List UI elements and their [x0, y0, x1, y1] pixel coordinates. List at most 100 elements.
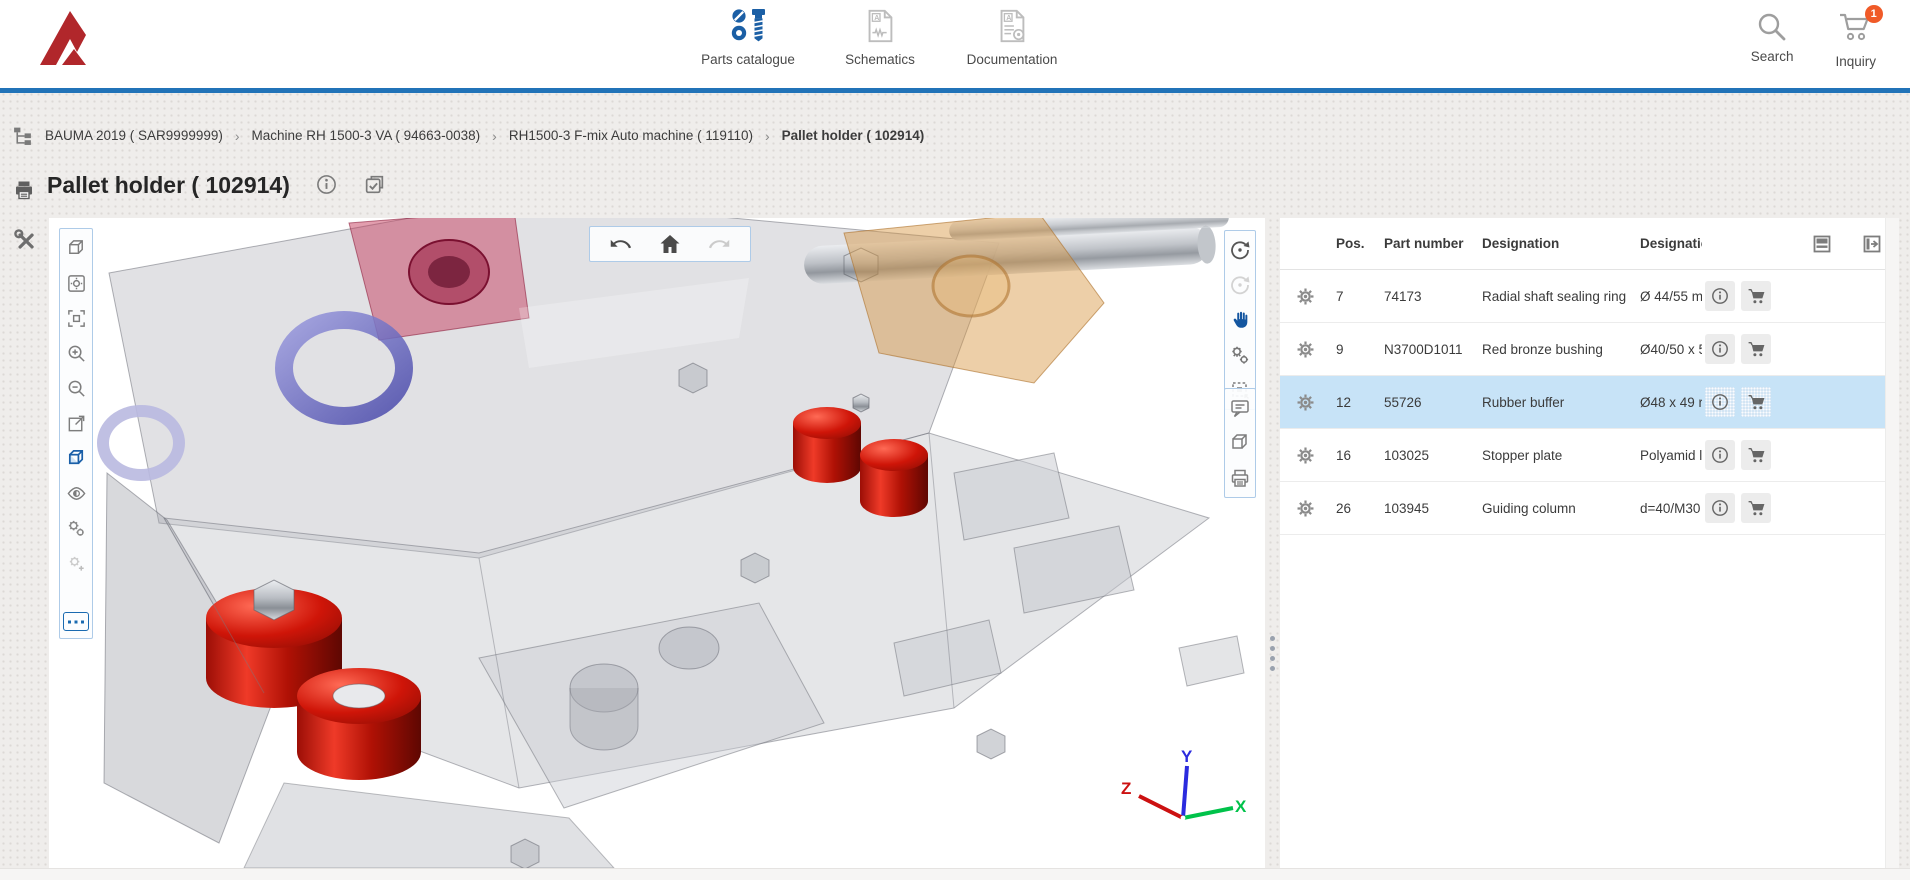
fullscreen-icon[interactable] [64, 411, 88, 435]
row-settings-gear-icon[interactable] [1292, 442, 1318, 468]
column-pos: Pos. [1336, 236, 1384, 251]
pan-hand-icon[interactable] [1228, 308, 1252, 332]
svg-text:A: A [874, 14, 879, 22]
axis-triad: Y Z X [1121, 750, 1247, 842]
page-horizontal-scrollbar[interactable] [0, 868, 1910, 880]
breadcrumb-separator: › [492, 128, 497, 144]
nav-parts-catalogue[interactable]: Parts catalogue [700, 6, 796, 67]
schematics-icon: A [861, 6, 899, 46]
parts-table-body: 7 74173 Radial shaft sealing ring Ø 44/5… [1280, 270, 1899, 535]
main-navigation: Parts catalogue A Schematics [700, 6, 1060, 67]
table-row[interactable]: 9 N3700D1011 Red bronze bushing Ø40/50 x… [1280, 323, 1899, 376]
row-info-button[interactable] [1705, 334, 1735, 364]
add-gear-icon[interactable] [64, 551, 88, 575]
row-settings-gear-icon[interactable] [1292, 495, 1318, 521]
breadcrumb-item-current[interactable]: Pallet holder ( 102914) [782, 128, 925, 143]
transparency-cube-icon[interactable] [64, 446, 88, 470]
cell-designation: Stopper plate [1482, 448, 1640, 463]
row-add-to-cart-button[interactable] [1741, 281, 1771, 311]
inquiry-button[interactable]: 1 Inquiry [1835, 10, 1876, 69]
nav-label: Parts catalogue [701, 52, 795, 67]
table-view-icon[interactable] [1811, 233, 1833, 255]
print-page-icon[interactable] [13, 179, 35, 204]
viewer-mode-toolbar [1224, 230, 1256, 410]
visibility-eye-icon[interactable] [64, 481, 88, 505]
render-settings-icon[interactable] [64, 271, 88, 295]
cell-part-number: 55726 [1384, 395, 1482, 410]
breadcrumb-item[interactable]: RH1500-3 F-mix Auto machine ( 119110) [509, 128, 753, 143]
table-row[interactable]: 16 103025 Stopper plate Polyamid l [1280, 429, 1899, 482]
breadcrumb-item[interactable]: Machine RH 1500-3 VA ( 94663-0038) [252, 128, 481, 143]
cell-designation2: d=40/M30 [1640, 501, 1702, 516]
search-icon [1755, 10, 1789, 44]
tools-icon[interactable] [13, 228, 39, 257]
breadcrumb: BAUMA 2019 ( SAR9999999) › Machine RH 15… [12, 125, 924, 146]
cell-designation: Red bronze bushing [1482, 342, 1640, 357]
inquiry-badge: 1 [1865, 5, 1883, 23]
cell-designation2: Ø 44/55 m [1640, 289, 1702, 304]
cell-part-number: 103945 [1384, 501, 1482, 516]
more-tools-icon[interactable] [63, 612, 89, 631]
structure-tree-icon[interactable] [12, 125, 33, 146]
inquiry-label: Inquiry [1835, 54, 1876, 69]
undo-icon[interactable] [608, 232, 632, 256]
row-settings-gear-icon[interactable] [1292, 336, 1318, 362]
row-add-to-cart-button[interactable] [1741, 440, 1771, 470]
row-info-button[interactable] [1705, 281, 1735, 311]
row-add-to-cart-button[interactable] [1741, 493, 1771, 523]
select-copy-icon[interactable] [363, 173, 386, 199]
row-settings-gear-icon[interactable] [1292, 283, 1318, 309]
company-logo[interactable] [36, 8, 100, 68]
cell-designation: Radial shaft sealing ring [1482, 289, 1640, 304]
breadcrumb-separator: › [235, 128, 240, 144]
viewer-left-toolbar [59, 228, 93, 639]
cell-pos: 9 [1336, 342, 1384, 357]
home-view-icon[interactable] [658, 232, 682, 256]
nav-label: Documentation [967, 52, 1058, 67]
callout-icon[interactable] [1228, 396, 1252, 420]
table-scrollbar[interactable] [1885, 218, 1899, 868]
table-row[interactable]: 26 103945 Guiding column d=40/M30 [1280, 482, 1899, 535]
zoom-in-icon[interactable] [64, 341, 88, 365]
axis-x-label: X [1235, 797, 1247, 816]
app-root: Parts catalogue A Schematics [0, 0, 1910, 880]
table-row[interactable]: 12 55726 Rubber buffer Ø48 x 49 r [1280, 376, 1899, 429]
zoom-out-icon[interactable] [64, 376, 88, 400]
utility-navigation: Search 1 Inquiry [1751, 10, 1876, 69]
row-info-button[interactable] [1705, 387, 1735, 417]
parts-catalogue-icon [728, 6, 768, 46]
3d-model-viewport[interactable] [49, 218, 1265, 868]
rotate-disabled-icon[interactable] [1228, 273, 1252, 297]
fit-to-view-icon[interactable] [64, 306, 88, 330]
header-accent-line [0, 88, 1910, 93]
search-button[interactable]: Search [1751, 10, 1794, 69]
breadcrumb-separator: › [765, 128, 770, 144]
cell-designation: Rubber buffer [1482, 395, 1640, 410]
isometric-view-icon[interactable] [64, 236, 88, 260]
breadcrumb-item[interactable]: BAUMA 2019 ( SAR9999999) [45, 128, 223, 143]
cell-designation2: Polyamid l [1640, 448, 1702, 463]
row-settings-gear-icon[interactable] [1292, 389, 1318, 415]
nav-documentation[interactable]: A Documentation [964, 6, 1060, 67]
cube-view-icon[interactable] [1228, 431, 1252, 455]
3d-viewer-panel: Y Z X [49, 218, 1265, 868]
panel-splitter[interactable] [1265, 218, 1280, 868]
row-add-to-cart-button[interactable] [1741, 387, 1771, 417]
viewer-settings-gears-icon[interactable] [1228, 343, 1252, 367]
cell-pos: 16 [1336, 448, 1384, 463]
documentation-icon: A [993, 6, 1031, 46]
assembly-gears-icon[interactable] [64, 516, 88, 540]
nav-schematics[interactable]: A Schematics [832, 6, 928, 67]
redo-icon[interactable] [708, 232, 732, 256]
rotate-icon[interactable] [1228, 238, 1252, 262]
collapse-panel-icon[interactable] [1861, 233, 1883, 255]
cell-pos: 12 [1336, 395, 1384, 410]
print-view-icon[interactable] [1228, 466, 1252, 490]
title-info-icon[interactable] [316, 174, 337, 198]
row-add-to-cart-button[interactable] [1741, 334, 1771, 364]
column-designation2: Designation [1640, 236, 1702, 251]
row-info-button[interactable] [1705, 493, 1735, 523]
row-info-button[interactable] [1705, 440, 1735, 470]
cell-pos: 7 [1336, 289, 1384, 304]
table-row[interactable]: 7 74173 Radial shaft sealing ring Ø 44/5… [1280, 270, 1899, 323]
